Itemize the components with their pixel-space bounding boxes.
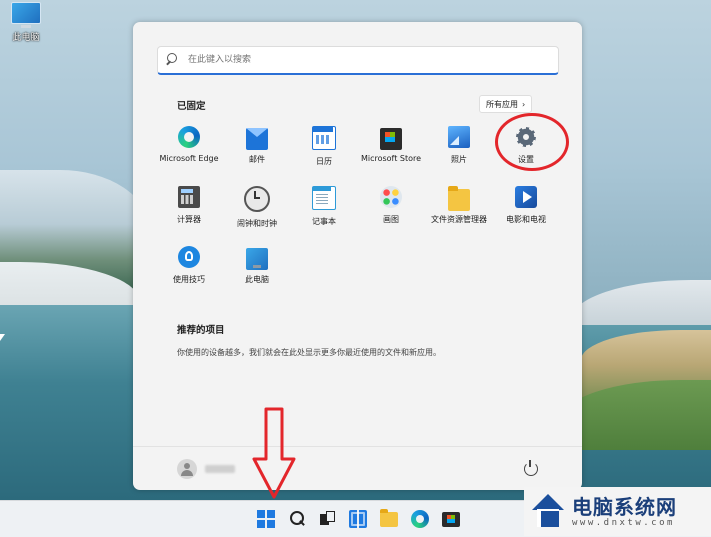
pinned-app-calculator[interactable]: 计算器 bbox=[155, 186, 223, 225]
desktop-wallpaper-hill-right bbox=[571, 280, 711, 325]
user-account-button[interactable] bbox=[177, 459, 235, 479]
mail-icon bbox=[246, 128, 268, 150]
pinned-app-label: 邮件 bbox=[249, 155, 265, 164]
folder-icon bbox=[448, 186, 470, 211]
widgets-icon[interactable] bbox=[349, 510, 367, 528]
recommended-title: 推荐的项目 bbox=[177, 325, 225, 336]
all-apps-label: 所有应用 bbox=[486, 99, 518, 109]
house-logo-icon bbox=[530, 493, 566, 530]
pinned-app-label: 此电脑 bbox=[245, 275, 269, 284]
watermark-text: 电脑系统网 www.dnxtw.com bbox=[572, 496, 677, 528]
pinned-app-this-pc[interactable]: 此电脑 bbox=[223, 246, 291, 285]
pinned-app-store[interactable]: Microsoft Store bbox=[357, 126, 425, 163]
photos-icon bbox=[448, 126, 470, 148]
desktop-icon-this-pc[interactable]: 此电脑 bbox=[6, 2, 46, 43]
avatar-icon bbox=[177, 459, 197, 479]
pinned-app-label: 照片 bbox=[451, 155, 467, 164]
power-icon[interactable] bbox=[524, 460, 538, 476]
monitor-icon bbox=[11, 2, 41, 24]
pinned-app-file-explorer[interactable]: 文件资源管理器 bbox=[425, 186, 493, 225]
pinned-app-edge[interactable]: Microsoft Edge bbox=[155, 126, 223, 163]
pinned-app-tips[interactable]: 使用技巧 bbox=[155, 246, 223, 285]
pinned-app-paint[interactable]: 画图 bbox=[357, 186, 425, 225]
footer-divider bbox=[133, 446, 582, 447]
pinned-app-calendar[interactable]: 日历 bbox=[290, 126, 358, 167]
pinned-app-clock[interactable]: 闹钟和时钟 bbox=[223, 186, 291, 229]
lightbulb-icon bbox=[178, 246, 200, 268]
task-view-icon[interactable] bbox=[318, 510, 336, 528]
pinned-app-label: 文件资源管理器 bbox=[431, 215, 487, 224]
watermark-url: www.dnxtw.com bbox=[572, 517, 675, 528]
pinned-app-label: 日历 bbox=[316, 157, 332, 166]
pinned-app-label: 画图 bbox=[383, 215, 399, 224]
paint-icon bbox=[380, 186, 402, 208]
pinned-app-label: 计算器 bbox=[177, 215, 201, 224]
username-redacted bbox=[205, 465, 235, 473]
watermark-title: 电脑系统网 bbox=[572, 494, 677, 519]
monitor-icon bbox=[246, 248, 268, 270]
monitor-stand bbox=[21, 25, 31, 28]
pinned-app-label: 电影和电视 bbox=[506, 215, 546, 224]
pinned-title: 已固定 bbox=[177, 101, 206, 112]
file-explorer-icon[interactable] bbox=[380, 509, 398, 527]
mouse-cursor bbox=[0, 334, 5, 341]
search-icon bbox=[166, 53, 180, 67]
edge-icon bbox=[178, 126, 200, 148]
search-input[interactable] bbox=[186, 54, 550, 66]
highlight-ring-annotation bbox=[495, 113, 569, 171]
edge-icon[interactable] bbox=[411, 510, 429, 528]
pinned-app-label: 闹钟和时钟 bbox=[237, 219, 277, 228]
recommended-empty-text: 你使用的设备越多，我们就会在此处显示更多你最近使用的文件和新应用。 bbox=[177, 348, 441, 357]
notepad-icon bbox=[312, 186, 336, 210]
pinned-app-photos[interactable]: 照片 bbox=[425, 126, 493, 165]
start-icon[interactable] bbox=[257, 510, 275, 528]
red-arrow-annotation bbox=[252, 407, 296, 499]
pinned-app-notepad[interactable]: 记事本 bbox=[290, 186, 358, 227]
movies-icon bbox=[515, 186, 537, 208]
pinned-app-mail[interactable]: 邮件 bbox=[223, 126, 291, 165]
calculator-icon bbox=[178, 186, 200, 208]
pinned-app-movies-tv[interactable]: 电影和电视 bbox=[492, 186, 560, 225]
chevron-right-icon: › bbox=[522, 99, 526, 109]
desktop-icon-label: 此电脑 bbox=[12, 33, 40, 43]
start-search-box[interactable] bbox=[157, 46, 559, 75]
clock-icon bbox=[244, 186, 270, 212]
pinned-app-label: Microsoft Edge bbox=[159, 154, 219, 163]
all-apps-button[interactable]: 所有应用 › bbox=[479, 95, 533, 113]
pinned-app-label: Microsoft Store bbox=[360, 154, 422, 163]
store-icon[interactable] bbox=[442, 512, 460, 527]
store-icon bbox=[380, 128, 402, 150]
site-watermark: 电脑系统网 www.dnxtw.com bbox=[524, 487, 711, 536]
start-menu: 已固定 所有应用 › Microsoft Edge 邮件 日历 Microsof… bbox=[133, 22, 582, 490]
pinned-app-label: 使用技巧 bbox=[173, 275, 205, 284]
search-icon[interactable] bbox=[288, 510, 306, 528]
calendar-icon bbox=[312, 126, 336, 150]
pinned-app-label: 记事本 bbox=[312, 217, 336, 226]
